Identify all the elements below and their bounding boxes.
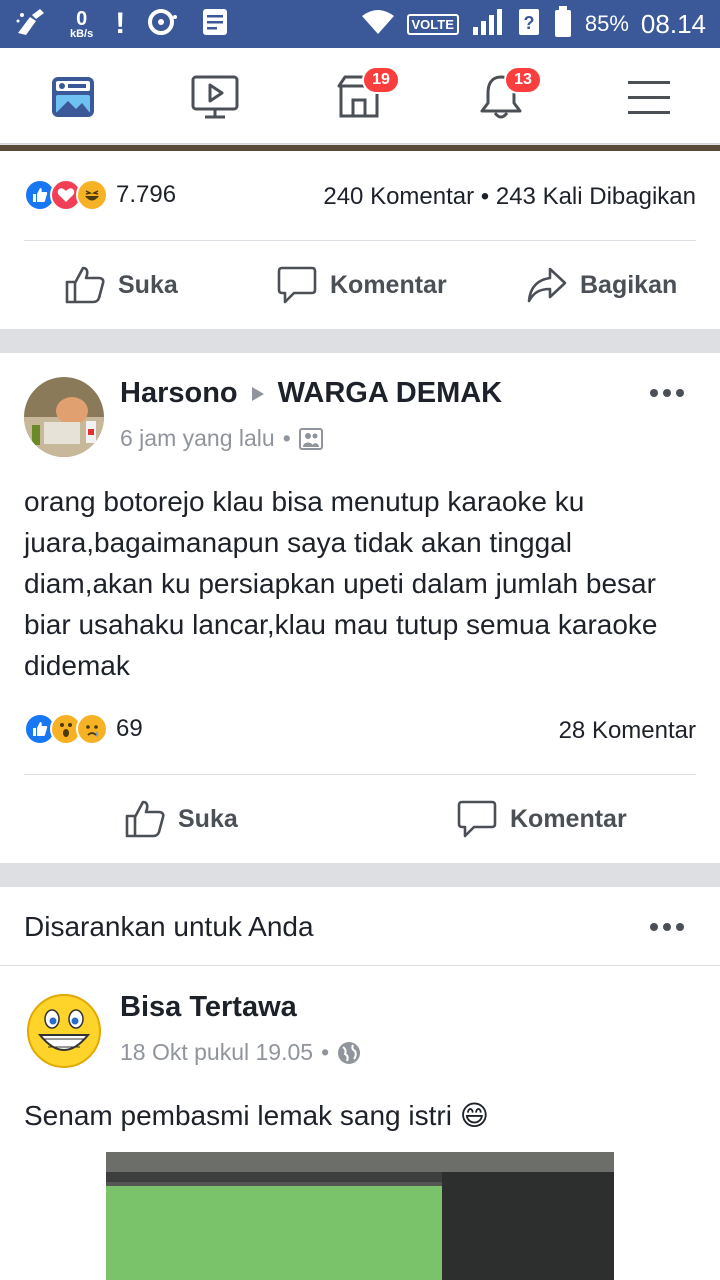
- more-options-button[interactable]: [650, 923, 684, 931]
- sync-icon: [147, 7, 179, 42]
- group-privacy-icon: [298, 427, 323, 450]
- author-name[interactable]: Bisa Tertawa: [120, 991, 297, 1024]
- more-options-button[interactable]: [650, 389, 684, 397]
- post-time: 6 jam yang lalu •: [120, 425, 323, 452]
- divider: [24, 240, 696, 241]
- alert-icon: !: [115, 7, 126, 40]
- menu-tab[interactable]: [624, 72, 674, 122]
- triangle-right-icon: [251, 386, 264, 401]
- thumbs-up-icon: [65, 266, 105, 304]
- thumbs-up-icon: [125, 800, 165, 838]
- battery-icon: [553, 5, 573, 43]
- comment-button[interactable]: Komentar: [276, 265, 447, 305]
- avatar[interactable]: [24, 991, 104, 1071]
- comment-label: Komentar: [330, 270, 447, 299]
- watch-tab[interactable]: [190, 72, 240, 122]
- post-timestamp[interactable]: 6 jam yang lalu: [120, 425, 275, 452]
- status-bar: 0 kB/s ! VOLTE ? 85% 08.14: [0, 0, 720, 48]
- news-feed-icon: [52, 77, 94, 117]
- post-card: Harsono WARGA DEMAK 6 jam yang lalu • or…: [0, 353, 720, 863]
- comment-label: Komentar: [510, 804, 627, 833]
- post-time: 18 Okt pukul 19.05 •: [120, 1039, 361, 1066]
- notifications-tab[interactable]: 13: [476, 66, 542, 122]
- comment-count[interactable]: 28 Komentar: [559, 717, 696, 745]
- comment-button[interactable]: Komentar: [456, 799, 627, 839]
- network-speed: 0 kB/s: [70, 9, 93, 40]
- post-text: orang botorejo klau bisa menutup karaoke…: [24, 486, 658, 681]
- battery-percent: 85%: [584, 11, 629, 36]
- post-author: Bisa Tertawa: [120, 991, 297, 1024]
- haha-reaction-icon: [76, 179, 108, 211]
- post-text: Senam pembasmi lemak sang istri 😄: [24, 1100, 489, 1131]
- clock: 08.14: [640, 8, 706, 39]
- post-stats[interactable]: 240 Komentar • 243 Kali Dibagikan: [323, 183, 696, 211]
- suggested-card: Disarankan untuk Anda Bisa Tertawa 18 Ok…: [0, 887, 720, 1280]
- post-image-edge: [0, 145, 720, 151]
- comment-icon: [457, 800, 497, 838]
- sad-reaction-icon: [76, 713, 108, 745]
- divider: [24, 774, 696, 775]
- reaction-count: 69: [116, 715, 143, 742]
- post-card-previous: 7.796 240 Komentar • 243 Kali Dibagikan …: [0, 145, 720, 329]
- wifi-icon: [361, 9, 395, 40]
- like-button[interactable]: Suka: [64, 265, 178, 305]
- post-author: Harsono WARGA DEMAK: [120, 377, 502, 410]
- video-thumbnail[interactable]: [106, 1152, 614, 1280]
- video-container[interactable]: [0, 1152, 720, 1280]
- globe-icon: [338, 1041, 361, 1064]
- post-timestamp[interactable]: 18 Okt pukul 19.05: [120, 1039, 313, 1066]
- marketplace-badge: 19: [362, 66, 400, 94]
- share-button[interactable]: Bagikan: [526, 265, 677, 305]
- like-label: Suka: [118, 270, 178, 299]
- reaction-summary[interactable]: 7.796: [24, 179, 176, 211]
- speed-value: 0: [76, 7, 88, 30]
- speed-unit: kB/s: [70, 27, 94, 40]
- like-label: Suka: [178, 804, 238, 833]
- top-nav: 19 13: [0, 48, 720, 144]
- reaction-count: 7.796: [116, 181, 177, 208]
- message-icon: [201, 7, 229, 42]
- news-feed-tab[interactable]: [48, 72, 98, 122]
- marketplace-tab[interactable]: 19: [334, 66, 400, 122]
- group-name[interactable]: WARGA DEMAK: [278, 377, 502, 410]
- avatar[interactable]: [24, 377, 104, 457]
- share-icon: [527, 267, 567, 303]
- hamburger-icon: [628, 81, 670, 114]
- comment-icon: [277, 266, 317, 304]
- signal-icon: [471, 7, 505, 42]
- share-label: Bagikan: [580, 270, 678, 299]
- svg-text:?: ?: [523, 13, 534, 33]
- notifications-badge: 13: [504, 66, 542, 94]
- sim-icon: ?: [517, 7, 541, 42]
- section-heading: Disarankan untuk Anda: [24, 911, 314, 942]
- cleaner-icon: [14, 7, 48, 42]
- volte-badge: VOLTE: [406, 13, 459, 35]
- reaction-summary[interactable]: 69: [24, 713, 143, 745]
- divider: [0, 965, 720, 966]
- video-icon: [191, 75, 239, 119]
- like-button[interactable]: Suka: [124, 799, 238, 839]
- author-name[interactable]: Harsono: [120, 377, 238, 410]
